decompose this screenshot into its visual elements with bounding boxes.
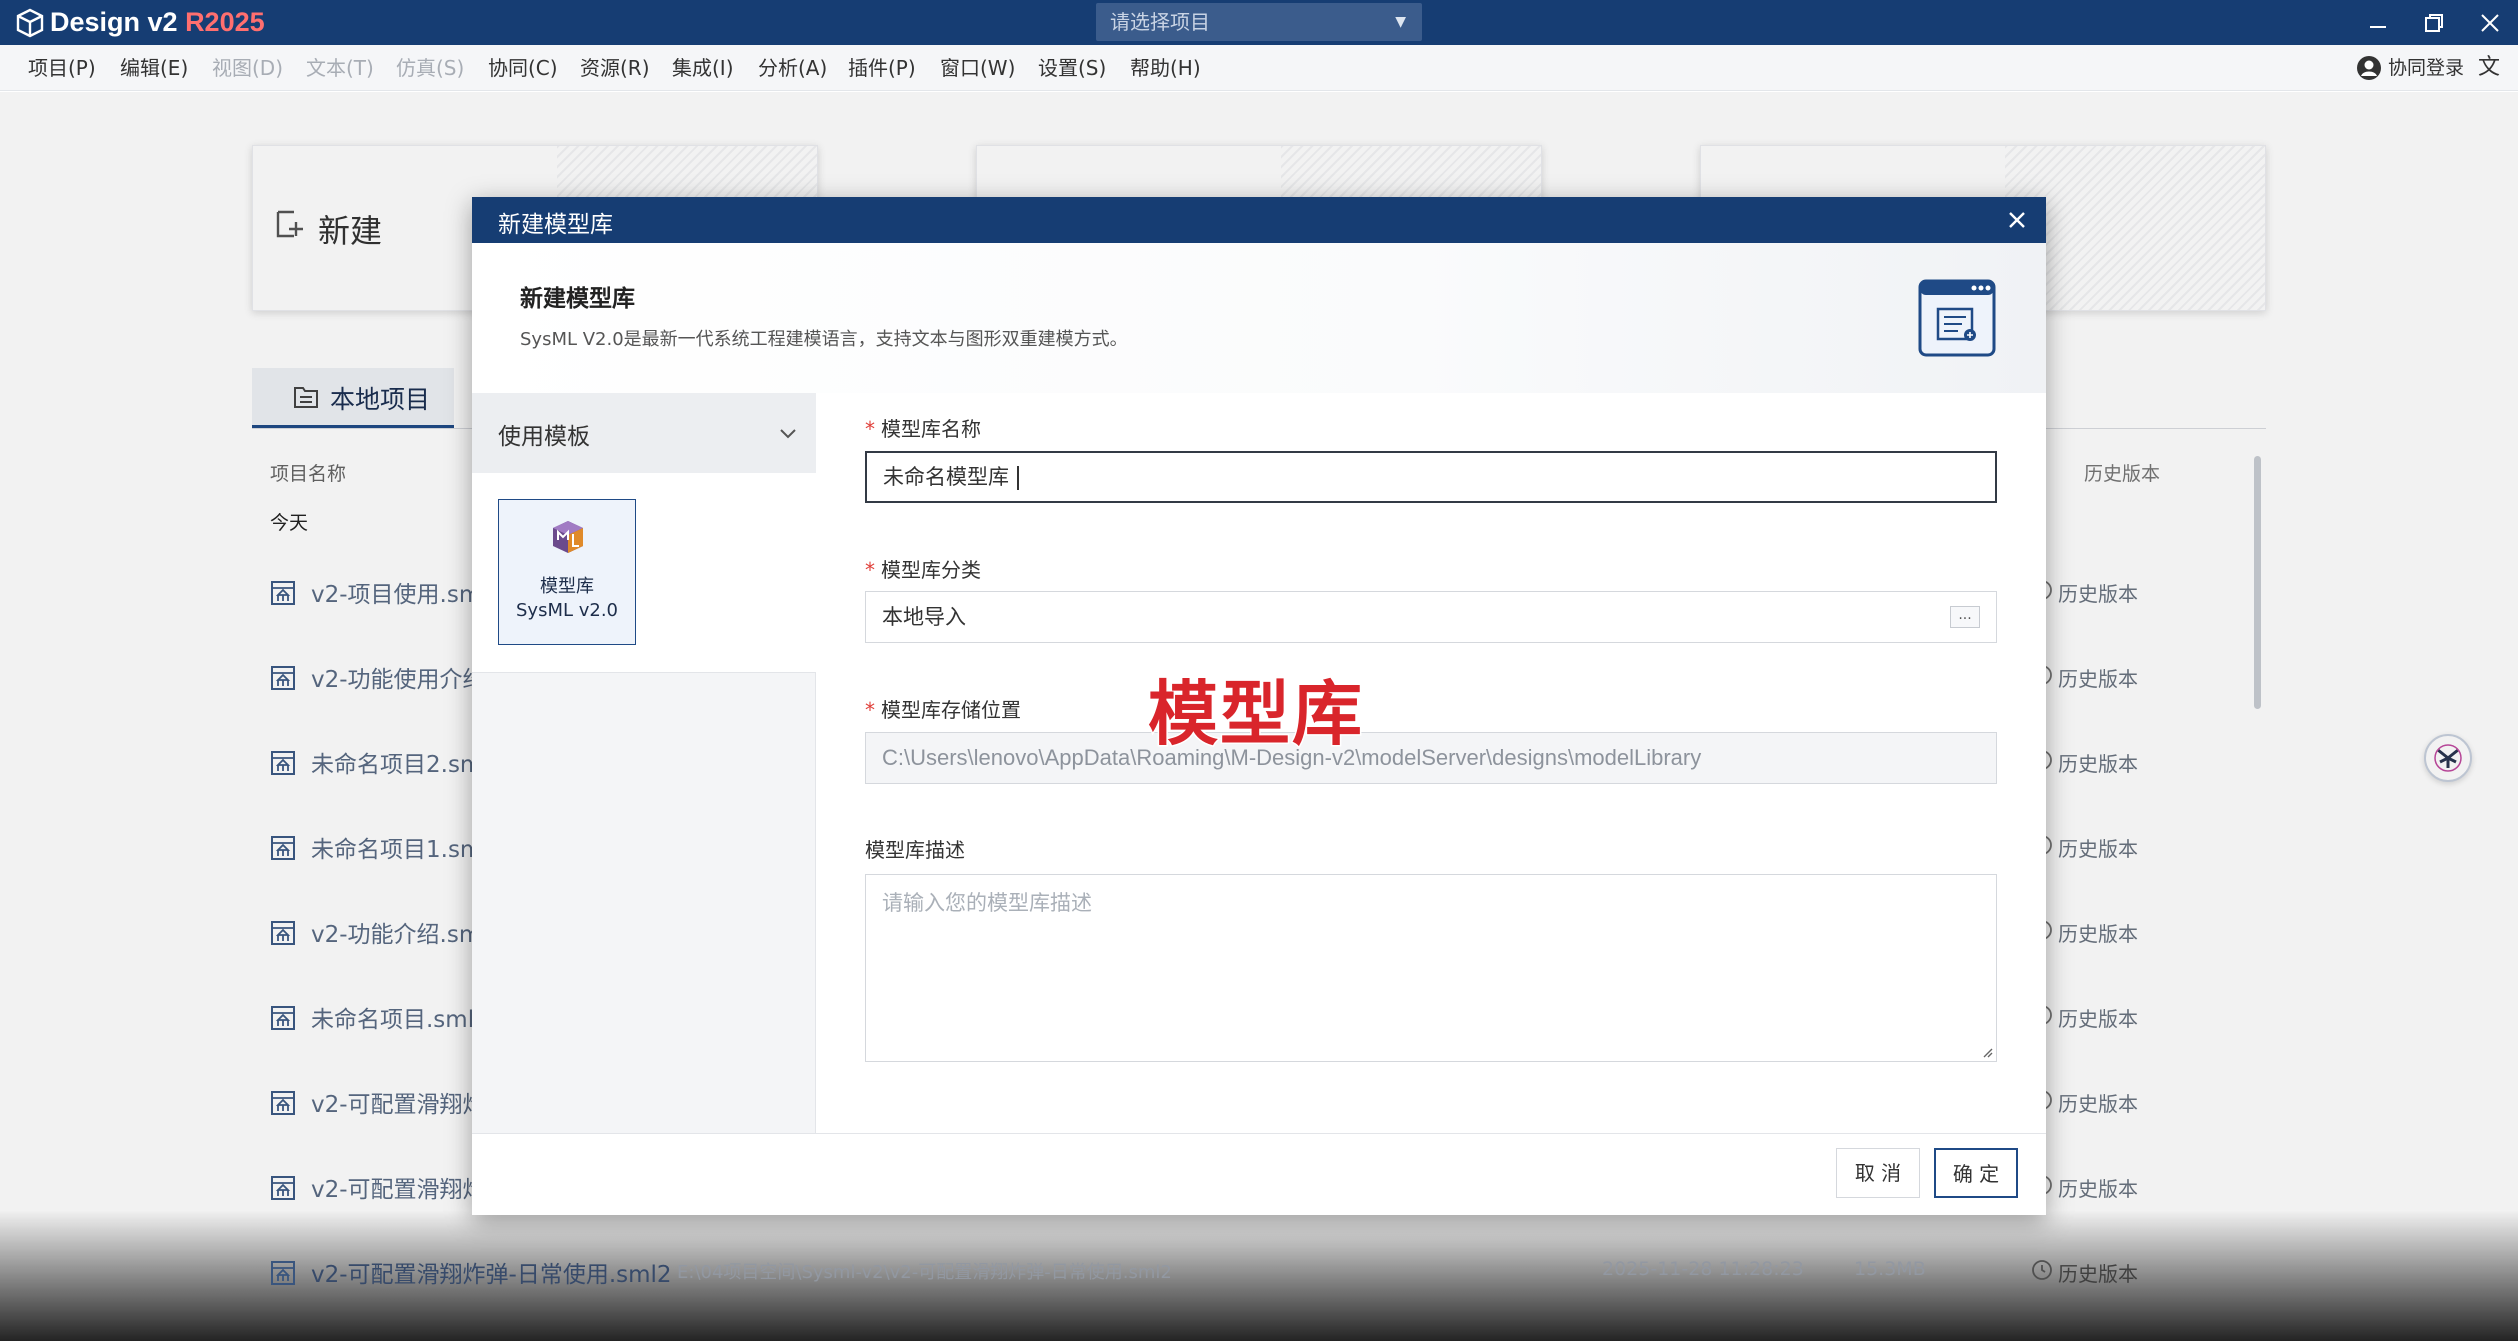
dialog-footer: 取 消 确 定	[472, 1133, 2046, 1215]
dialog-heading: 新建模型库	[520, 286, 635, 312]
minimize-button[interactable]	[2350, 0, 2406, 45]
confirm-button[interactable]: 确 定	[1934, 1148, 2018, 1198]
app-title: Design v2 R2025	[50, 7, 265, 37]
menu-integration[interactable]: 集成(I)	[672, 45, 734, 91]
use-template-label: 使用模板	[498, 424, 590, 450]
menu-project[interactable]: 项目(P)	[28, 45, 96, 91]
menu-view[interactable]: 视图(D)	[212, 45, 283, 91]
text-cursor	[1017, 466, 1019, 490]
menu-simulation[interactable]: 仿真(S)	[396, 45, 464, 91]
template-item-sysml[interactable]: 模型库 SysML v2.0	[498, 499, 636, 645]
restore-button[interactable]	[2406, 0, 2462, 45]
translate-icon[interactable]: 文	[2478, 55, 2504, 81]
menu-edit[interactable]: 编辑(E)	[120, 45, 188, 91]
cancel-button[interactable]: 取 消	[1836, 1148, 1920, 1198]
template-sidebar: 使用模板 模型库 SysML v2.0	[472, 393, 816, 1133]
menu-collab[interactable]: 协同(C)	[488, 45, 558, 91]
dialog-close-icon[interactable]	[2002, 205, 2032, 235]
project-select-placeholder: 请选择项目	[1110, 10, 1210, 34]
close-window-button[interactable]	[2462, 0, 2518, 45]
collab-login-link[interactable]: 协同登录	[2388, 45, 2464, 91]
video-caption: 模型库	[1147, 672, 1364, 757]
resize-grip-icon[interactable]	[1981, 1046, 1993, 1058]
description-placeholder: 请输入您的模型库描述	[882, 891, 1092, 915]
minimize-icon	[2370, 25, 2386, 28]
menu-help[interactable]: 帮助(H)	[1130, 45, 1201, 91]
title-bar: Design v2 R2025 请选择项目 ▼	[0, 0, 2518, 45]
menu-bar: 项目(P) 编辑(E) 视图(D) 文本(T) 仿真(S) 协同(C) 资源(R…	[0, 45, 2518, 91]
menu-plugin[interactable]: 插件(P)	[848, 45, 916, 91]
dialog-title: 新建模型库	[498, 212, 613, 238]
library-name-value: 未命名模型库	[883, 465, 1009, 489]
dialog-description: SysML V2.0是最新一代系统工程建模语言，支持文本与图形双重建模方式。	[520, 329, 1128, 350]
project-select[interactable]: 请选择项目 ▼	[1096, 3, 1422, 41]
menu-settings[interactable]: 设置(S)	[1038, 45, 1106, 91]
library-category-input[interactable]: 本地导入 ...	[865, 591, 1997, 643]
location-field-label: * 模型库存储位置	[865, 698, 1021, 722]
library-name-input[interactable]: 未命名模型库	[865, 451, 1997, 503]
close-icon	[2481, 13, 2499, 32]
browse-category-button[interactable]: ...	[1950, 606, 1980, 628]
library-description-textarea[interactable]: 请输入您的模型库描述	[865, 874, 1997, 1062]
menu-text[interactable]: 文本(T)	[306, 45, 374, 91]
menu-analysis[interactable]: 分析(A)	[758, 45, 827, 91]
dialog-header	[472, 243, 2046, 393]
menu-resource[interactable]: 资源(R)	[580, 45, 650, 91]
template-name: 模型库	[540, 576, 594, 597]
use-template-header[interactable]: 使用模板	[472, 393, 816, 473]
name-field-label: * 模型库名称	[865, 417, 981, 441]
user-icon[interactable]	[2356, 55, 2382, 81]
caret-down-icon: ▼	[1395, 14, 1406, 30]
model-library-cube-icon	[553, 521, 583, 553]
template-version: SysML v2.0	[515, 600, 618, 621]
description-field-label: 模型库描述	[865, 838, 965, 862]
chevron-down-icon	[780, 429, 796, 439]
library-category-value: 本地导入	[882, 605, 966, 629]
menu-window[interactable]: 窗口(W)	[940, 45, 1015, 91]
category-field-label: * 模型库分类	[865, 558, 981, 582]
app-logo-icon	[16, 8, 44, 38]
library-location-input: C:\Users\lenovo\AppData\Roaming\M-Design…	[865, 732, 1997, 784]
model-library-window-icon	[1918, 279, 1996, 357]
restore-icon	[2425, 13, 2443, 32]
dialog-title-bar: 新建模型库	[472, 197, 2046, 243]
